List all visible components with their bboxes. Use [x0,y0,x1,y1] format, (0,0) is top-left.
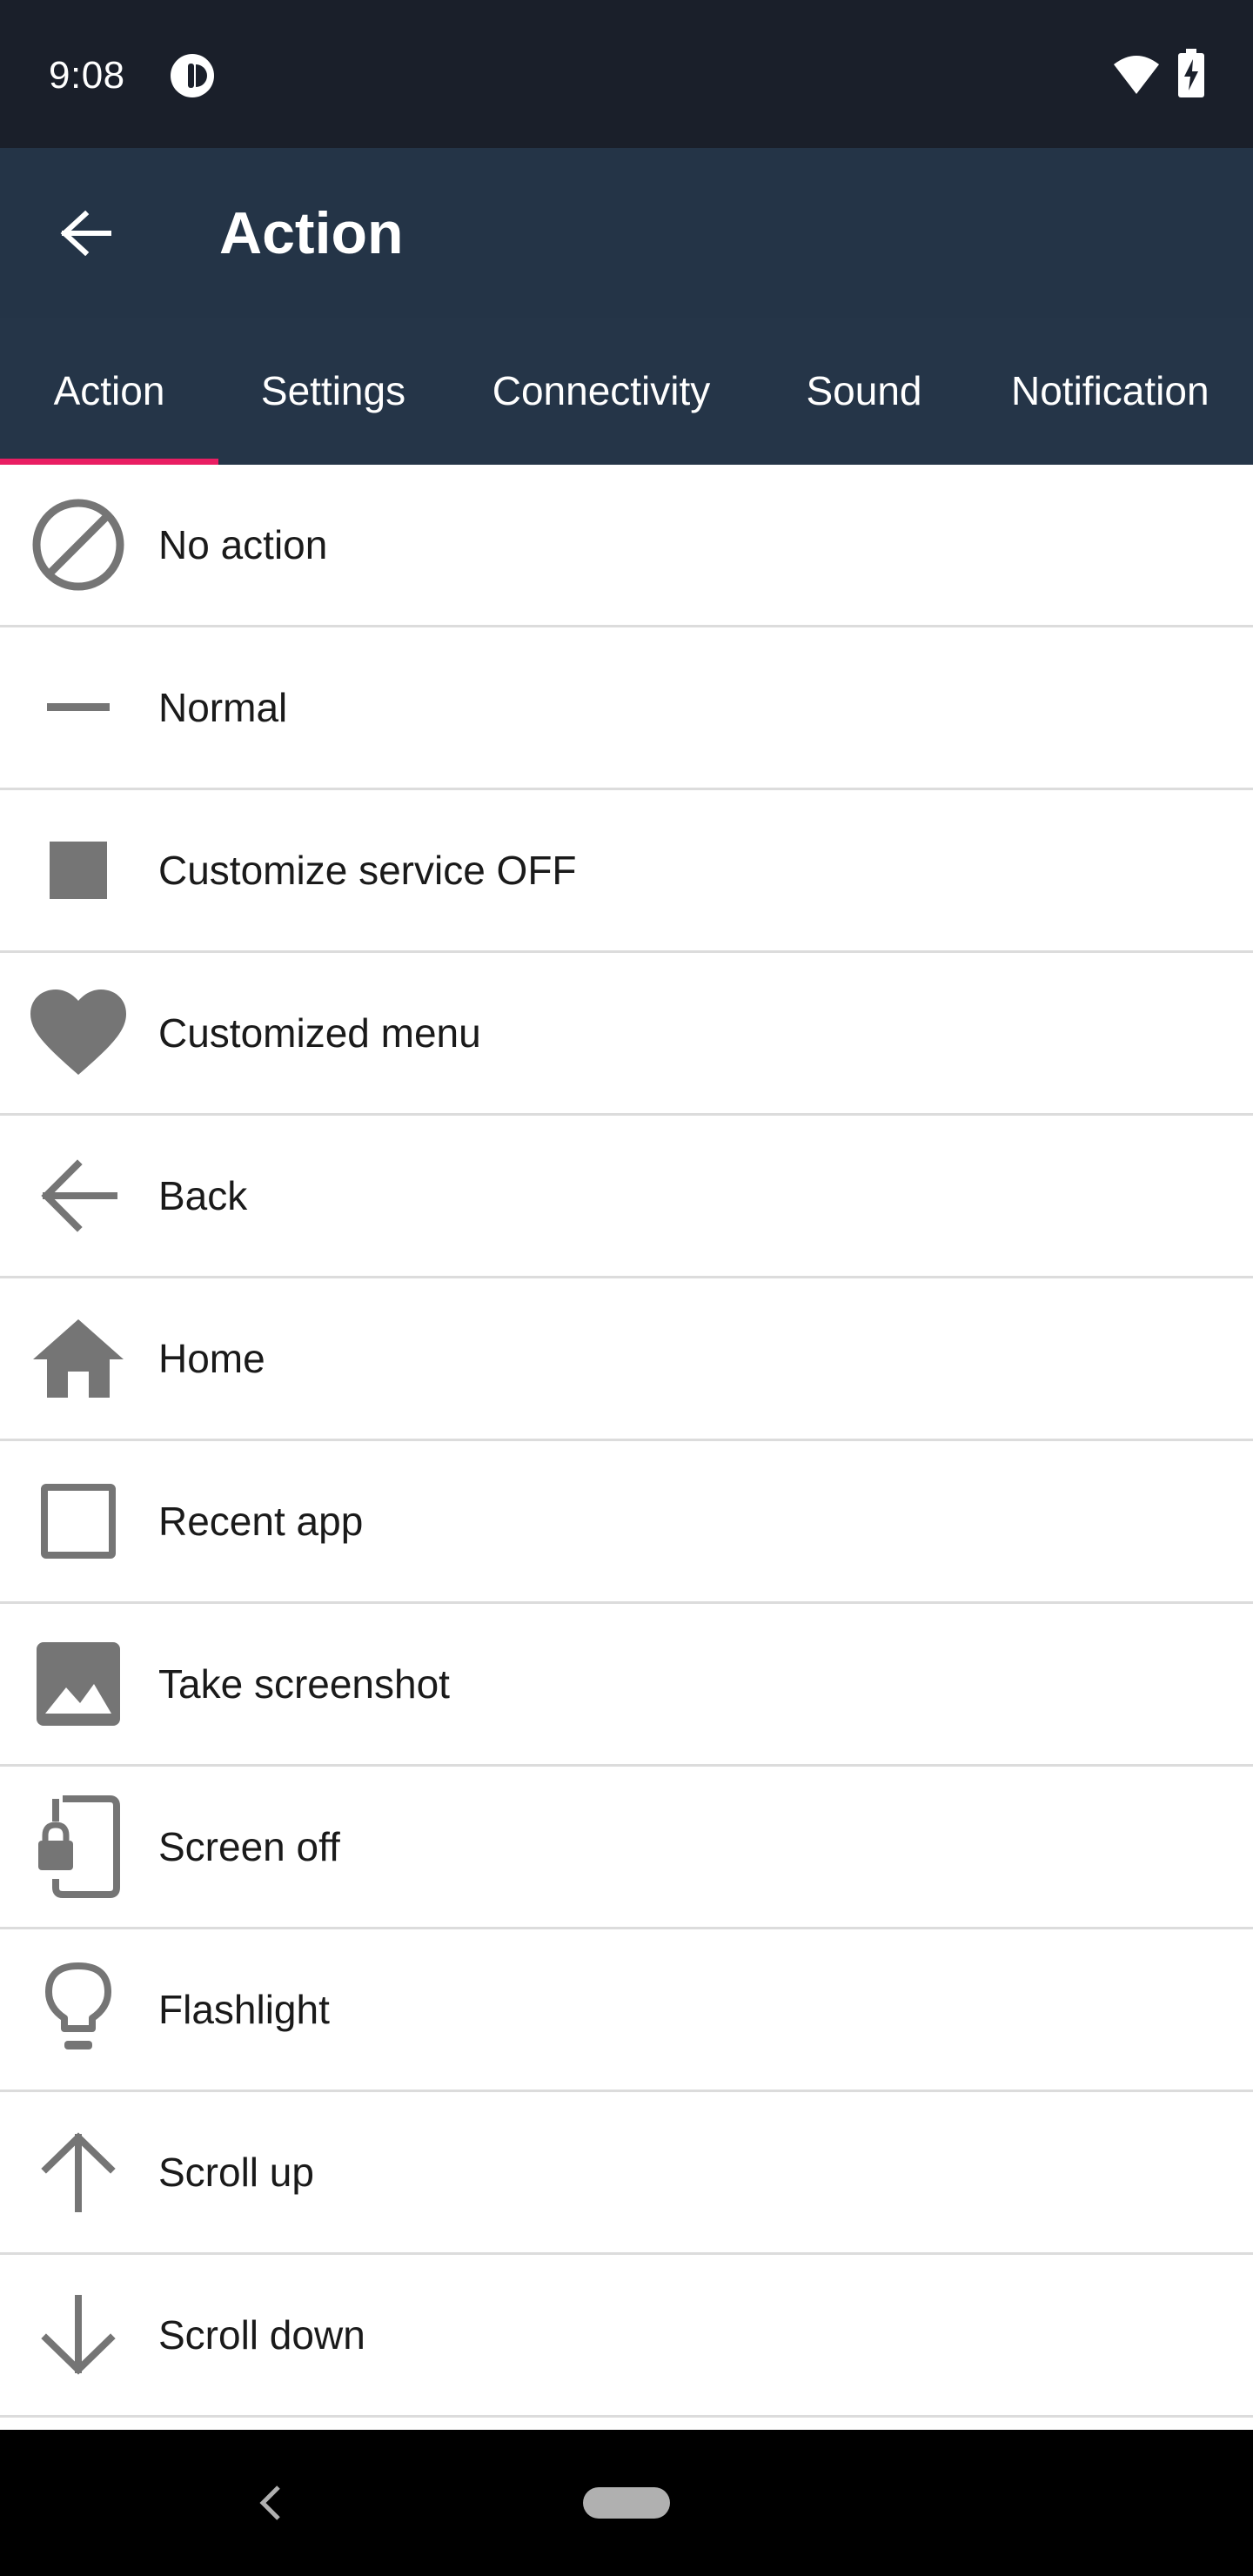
home-icon [28,1313,129,1404]
system-navigation-bar [0,2430,1253,2576]
action-list: No action Normal Customize service OFF C… [0,465,1253,2418]
list-item-label: No action [158,522,328,567]
square-outline-icon [28,1476,129,1566]
list-item-home[interactable]: Home [0,1278,1253,1441]
back-button[interactable] [35,183,136,284]
nav-home-pill-icon[interactable] [583,2487,670,2519]
page-title: Action [219,200,404,266]
list-item-customized-menu[interactable]: Customized menu [0,953,1253,1116]
list-item-label: Customized menu [158,1010,481,1056]
minus-icon [28,662,129,753]
selected-tab-indicator [0,459,218,465]
phone-lock-icon [28,1795,129,1898]
app-notification-icon [169,52,216,99]
wifi-icon [1112,52,1161,96]
list-item-normal[interactable]: Normal [0,627,1253,790]
list-item-label: Take screenshot [158,1661,450,1707]
image-icon [28,1639,129,1729]
status-time: 9:08 [49,54,125,97]
arrow-back-icon [28,1150,129,1241]
list-item-no-action[interactable]: No action [0,465,1253,627]
tab-settings[interactable]: Settings [231,318,435,465]
arrow-down-icon [28,2290,129,2380]
list-item-scroll-up[interactable]: Scroll up [0,2092,1253,2255]
list-item-customize-service-off[interactable]: Customize service OFF [0,790,1253,953]
arrow-back-icon [60,211,111,256]
tab-bar: Action Settings Connectivity Sound Notif… [0,318,1253,465]
arrow-up-icon [28,2127,129,2217]
list-item-label: Screen off [158,1824,340,1869]
battery-charging-icon [1178,49,1204,97]
lightbulb-icon [28,1962,129,2055]
list-item-scroll-down[interactable]: Scroll down [0,2255,1253,2418]
list-item-recent-app[interactable]: Recent app [0,1441,1253,1604]
list-item-label: Scroll up [158,2150,314,2195]
tab-notification[interactable]: Notification [992,318,1253,465]
app-bar: Action [0,148,1253,318]
nav-back-icon[interactable] [252,2479,287,2527]
list-item-flashlight[interactable]: Flashlight [0,1929,1253,2092]
tab-action[interactable]: Action [0,318,218,465]
block-icon [28,499,129,591]
list-item-label: Recent app [158,1499,364,1544]
list-item-label: Normal [158,685,288,730]
tab-sound[interactable]: Sound [781,318,947,465]
tab-connectivity[interactable]: Connectivity [470,318,733,465]
list-item-label: Customize service OFF [158,848,577,893]
list-item-label: Scroll down [158,2312,365,2358]
list-item-back[interactable]: Back [0,1116,1253,1278]
stop-square-icon [28,825,129,916]
status-bar: 9:08 [0,0,1253,148]
list-item-label: Home [158,1336,265,1381]
list-item-screen-off[interactable]: Screen off [0,1767,1253,1929]
list-item-label: Flashlight [158,1987,330,2032]
heart-icon [28,988,129,1078]
list-item-label: Back [158,1173,248,1218]
list-item-take-screenshot[interactable]: Take screenshot [0,1604,1253,1767]
